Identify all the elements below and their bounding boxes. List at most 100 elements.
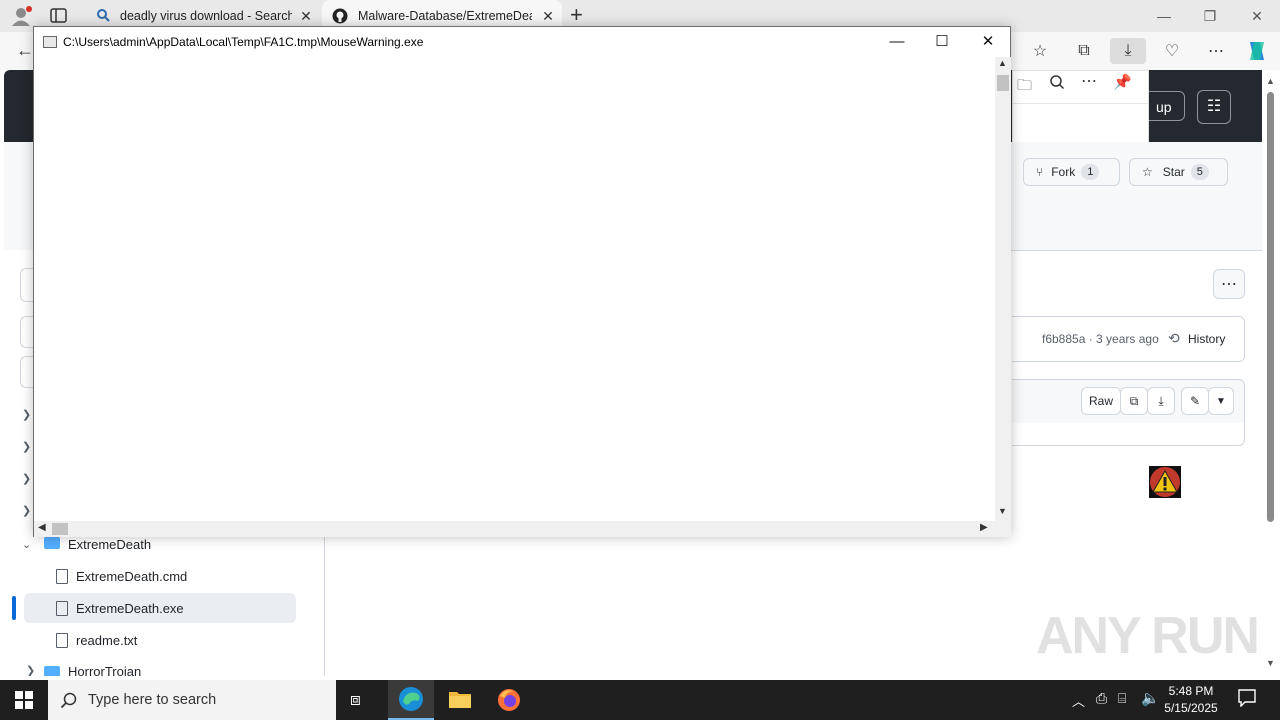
windows-start-icon[interactable]: [15, 691, 33, 712]
chevron-right-icon[interactable]: ❯: [22, 408, 31, 421]
show-hidden-icons[interactable]: ︿: [1072, 691, 1085, 710]
restore-icon[interactable]: ❐: [1187, 0, 1233, 32]
scroll-down-icon[interactable]: ▼: [998, 506, 1007, 516]
window-title-bar[interactable]: C:\Users\admin\AppData\Local\Temp\FA1C.t…: [34, 27, 1010, 57]
fork-label: Fork: [1051, 165, 1076, 179]
edit-dropdown-button[interactable]: ▼: [1208, 387, 1234, 415]
mousewarning-window: C:\Users\admin\AppData\Local\Temp\FA1C.t…: [33, 26, 1011, 537]
taskbar-clock[interactable]: 5:48 PM 5/15/2025: [1160, 683, 1222, 717]
chevron-right-icon[interactable]: ❯: [22, 440, 31, 453]
network-icon[interactable]: ⌸: [1118, 690, 1126, 707]
scroll-down-icon[interactable]: ▼: [1266, 658, 1275, 668]
filter-settings-icon[interactable]: ☷: [1197, 90, 1231, 124]
star-icon: ☆: [1142, 165, 1153, 179]
minimize-icon[interactable]: —: [1141, 0, 1187, 32]
fork-icon: ⑂: [1036, 165, 1044, 179]
notifications-icon[interactable]: [1238, 689, 1256, 708]
chevron-right-icon[interactable]: ❯: [22, 504, 31, 517]
close-tab-icon[interactable]: ✕: [540, 8, 556, 24]
clock-time: 5:48 PM: [1168, 684, 1214, 698]
close-window-icon[interactable]: ✕: [1234, 0, 1280, 32]
scroll-up-icon[interactable]: ▲: [1266, 76, 1275, 86]
back-icon[interactable]: ←: [16, 40, 34, 61]
profile-avatar-icon[interactable]: [10, 5, 32, 27]
copy-raw-button[interactable]: ⧉: [1120, 387, 1148, 415]
open-folder-icon[interactable]: 🗀: [1017, 75, 1032, 100]
star-button[interactable]: ☆ Star 5: [1129, 158, 1228, 186]
edge-taskbar-icon[interactable]: [388, 680, 434, 720]
minimize-icon[interactable]: —: [874, 27, 920, 57]
resize-grip[interactable]: [995, 521, 1011, 537]
download-raw-button[interactable]: ⤓: [1147, 387, 1175, 415]
tree-item-label: ExtremeDeath.exe: [76, 600, 184, 616]
file-explorer-icon[interactable]: [449, 690, 471, 708]
file-content-area: [1012, 423, 1245, 446]
volume-icon[interactable]: 🔈: [1141, 689, 1160, 707]
browser-essentials-icon[interactable]: ♡: [1156, 38, 1188, 64]
pin-icon[interactable]: 📌: [1113, 73, 1132, 91]
more-icon[interactable]: ⋯: [1200, 38, 1232, 64]
clock-date: 5/15/2025: [1164, 701, 1218, 715]
file-filter-input[interactable]: [20, 356, 33, 388]
branch-selector[interactable]: [20, 316, 33, 348]
vertical-scrollbar[interactable]: ▲ ▼: [995, 57, 1011, 521]
file-toolbar: Raw ⧉ ⤓ ✎ ▼: [1012, 379, 1245, 425]
tab-label: deadly virus download - Search: [120, 9, 292, 23]
system-tray-icon[interactable]: ⎙: [1096, 690, 1107, 707]
maximize-icon[interactable]: ☐: [919, 27, 965, 57]
search-icon: [96, 8, 110, 25]
tab-actions-icon[interactable]: [50, 8, 68, 24]
firefox-icon[interactable]: [497, 688, 521, 712]
chevron-right-icon[interactable]: ❯: [22, 472, 31, 485]
new-tab-button[interactable]: +: [570, 2, 583, 28]
horizontal-scrollbar[interactable]: ◀ ▶: [34, 521, 995, 537]
history-icon: ⟲: [1168, 330, 1180, 346]
page-scrollbar[interactable]: ▲ ▼: [1262, 70, 1280, 676]
search-downloads-icon[interactable]: [1049, 74, 1065, 93]
latest-commit-bar: f6b885a · 3 years ago ⟲ History: [1012, 316, 1245, 362]
scroll-right-icon[interactable]: ▶: [980, 522, 988, 533]
tree-item-file[interactable]: readme.txt: [24, 625, 296, 655]
scroll-thumb[interactable]: [52, 523, 68, 535]
sidebar-toggle[interactable]: [20, 268, 33, 302]
chevron-right-icon: ❯: [26, 665, 36, 676]
tree-item-folder[interactable]: ❯ HorrorTrojan: [24, 657, 296, 676]
close-tab-icon[interactable]: ✕: [298, 8, 314, 24]
app-icon: [43, 36, 57, 48]
window-title: C:\Users\admin\AppData\Local\Temp\FA1C.t…: [63, 35, 424, 49]
tree-item-file[interactable]: ExtremeDeath.cmd: [24, 561, 296, 591]
favorites-icon[interactable]: ☆: [1024, 38, 1056, 64]
close-icon[interactable]: ✕: [965, 27, 1011, 57]
github-icon: [332, 8, 348, 27]
copilot-icon[interactable]: [1245, 40, 1269, 62]
chevron-down-icon: ⌄: [22, 538, 32, 551]
task-view-icon[interactable]: ⧈: [350, 690, 361, 710]
tree-item-label: readme.txt: [76, 632, 138, 648]
taskbar-search-input[interactable]: Type here to search: [48, 680, 336, 720]
raw-button[interactable]: Raw: [1081, 387, 1121, 415]
scroll-thumb[interactable]: [1267, 92, 1274, 522]
star-count: 5: [1190, 164, 1209, 180]
scroll-up-icon[interactable]: ▲: [998, 58, 1007, 68]
edit-file-button[interactable]: ✎: [1181, 387, 1209, 415]
scroll-left-icon[interactable]: ◀: [38, 522, 46, 533]
downloads-icon[interactable]: ⤓: [1110, 38, 1146, 64]
watermark: ANY RUN: [1036, 607, 1260, 665]
folder-icon: [44, 537, 60, 549]
scroll-thumb[interactable]: [997, 75, 1009, 91]
collections-icon[interactable]: ⧉: [1068, 38, 1100, 64]
panel-divider: [1013, 103, 1148, 104]
more-options-icon[interactable]: ⋯: [1081, 71, 1097, 91]
selection-indicator: [12, 596, 16, 620]
warning-icon: [1149, 466, 1181, 498]
tree-item-file-selected[interactable]: ExtremeDeath.exe: [12, 593, 296, 623]
search-placeholder: Type here to search: [88, 692, 217, 708]
fork-button[interactable]: ⑂ Fork 1: [1023, 158, 1120, 186]
history-link[interactable]: History: [1188, 332, 1225, 346]
star-label: Star: [1162, 165, 1185, 179]
file-options-button[interactable]: ⋯: [1213, 269, 1245, 299]
folder-icon: [44, 666, 60, 676]
tree-item-label: HorrorTrojan: [68, 664, 142, 676]
tree-item-label: ExtremeDeath: [68, 536, 152, 552]
commit-hash-time[interactable]: f6b885a · 3 years ago: [1042, 332, 1159, 346]
